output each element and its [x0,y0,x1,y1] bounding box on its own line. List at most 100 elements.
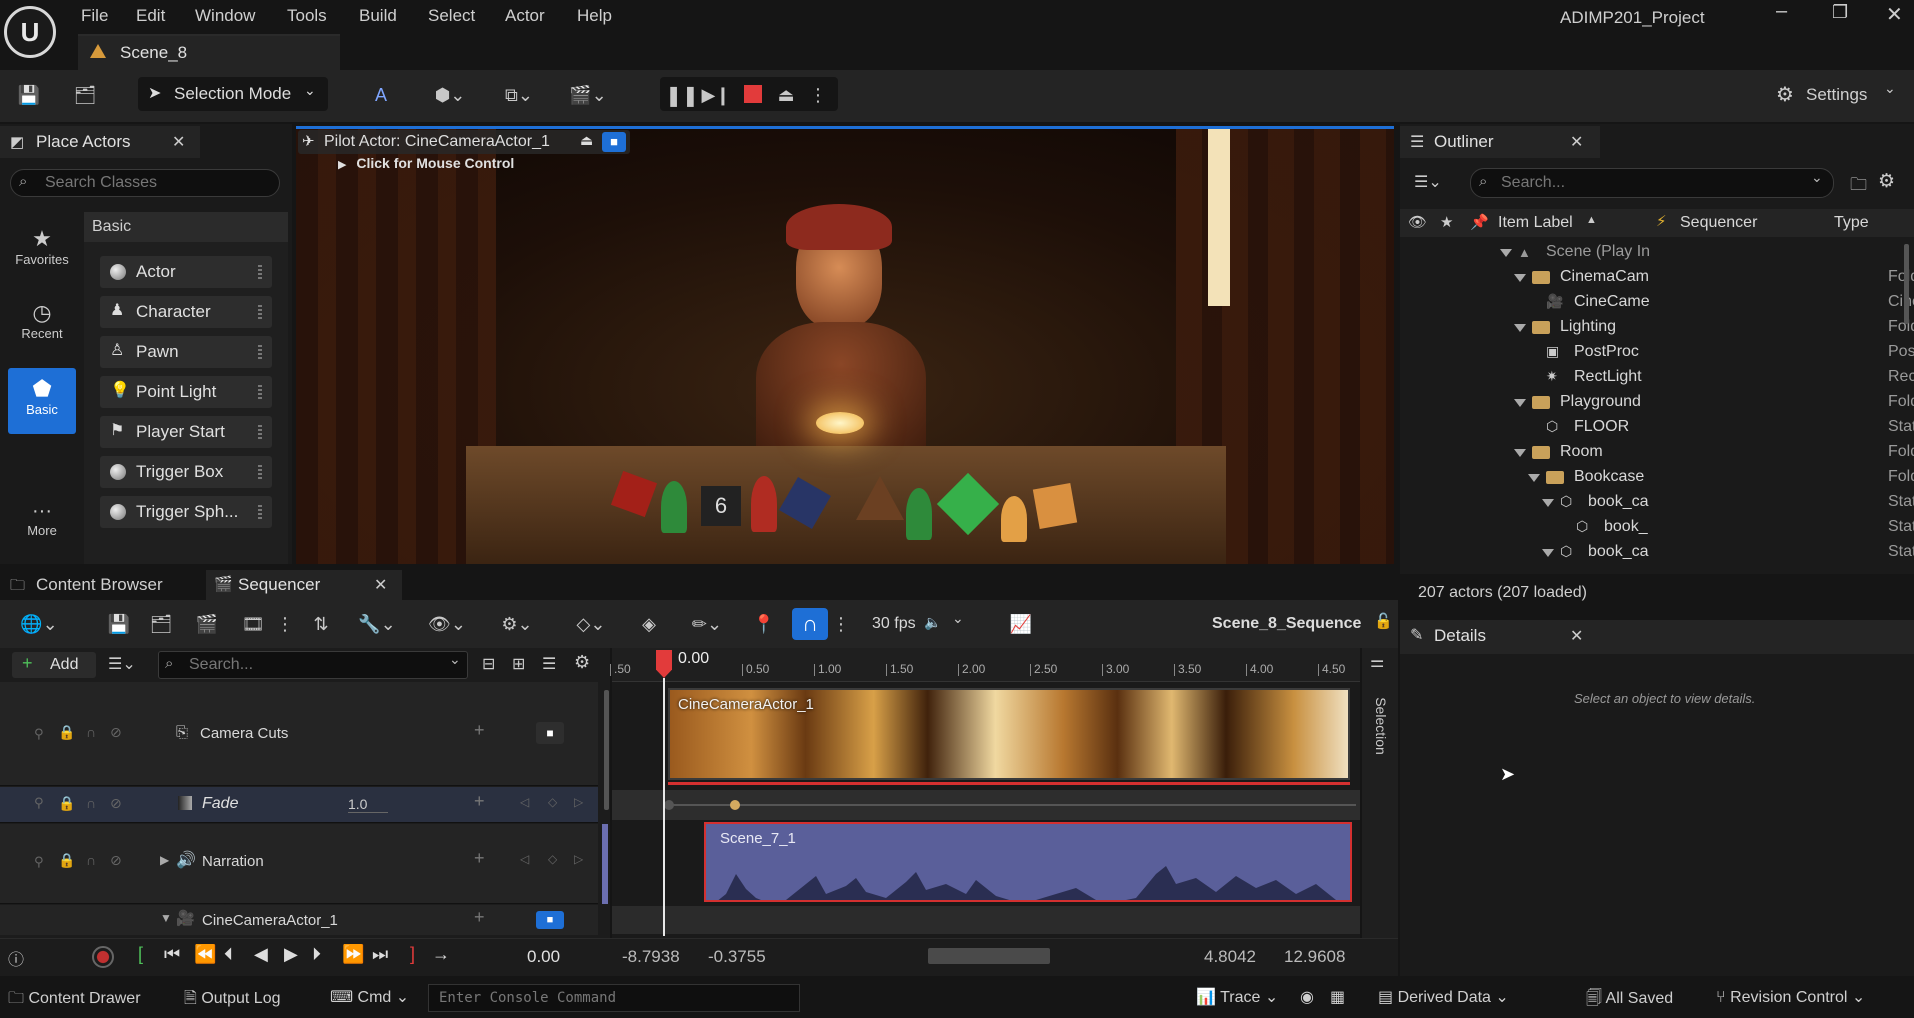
expand-icon[interactable] [1500,249,1512,257]
snap-options-icon[interactable]: ⋮ [832,607,850,641]
fps-dropdown[interactable]: 30 fps 🔈 ⌄ [868,610,968,638]
eject-icon[interactable]: ⏏ [774,80,798,110]
tree-row[interactable]: ✷ RectLight RectLig [1400,365,1914,390]
render-movie-icon[interactable]: 🎬 [194,607,220,641]
settings-button[interactable]: ⚙ Settings ⌄ [1776,80,1906,110]
tree-row[interactable]: ⬡ book_ StaticN [1400,515,1914,540]
play-icon[interactable]: ▶ [284,944,298,965]
menu-build[interactable]: Build [359,6,397,26]
tab-sequencer[interactable]: 🎬 Sequencer ✕ [206,570,402,600]
snap-magnet-button[interactable]: ∩ [792,608,828,640]
lock-icon[interactable]: 🔓 [1374,612,1393,630]
gear-icon[interactable]: ⚙ [574,652,590,673]
fade-value[interactable]: 1.0 [348,796,388,813]
solo-icon[interactable]: ∩ [86,852,96,868]
stop-icon[interactable] [744,85,762,103]
tab-content-browser[interactable]: 🗀 Content Browser [0,570,200,600]
pin-icon[interactable]: ⚲ [34,726,44,742]
side-tab-basic[interactable]: ⬟ Basic [8,368,76,434]
more-options-icon[interactable]: ⋮ [809,80,827,110]
drag-handle-icon[interactable] [258,265,262,279]
insights-icon[interactable]: ◉ [1300,987,1314,1007]
console-input[interactable]: Enter Console Command [428,984,800,1012]
reverse-icon[interactable]: ◀ [254,944,268,965]
expand-all-icon[interactable]: ⊞ [512,654,525,674]
expand-icon[interactable] [1514,324,1526,332]
working-range-start[interactable]: -0.3755 [708,947,766,967]
gear-icon[interactable]: ⚙ [1878,170,1895,193]
expand-icon[interactable] [1528,474,1540,482]
side-tab-recent[interactable]: ◷ Recent [8,300,76,358]
add-keyframe-icon[interactable]: ◇ [548,852,557,866]
lock-icon[interactable]: 🔒 [58,852,75,869]
step-icon[interactable]: ▶❙ [702,80,731,110]
track-row-narration[interactable]: ⚲ 🔒 ∩ ⊘ ▶ 🔊 Narration + ◁ ◇ ▷ [0,824,598,904]
tree-row[interactable]: Bookcase Folder [1400,465,1914,490]
viewport[interactable]: 6 [296,126,1394,564]
camera-cut-clip[interactable]: CineCameraActor_1 [668,688,1350,780]
column-sequencer[interactable]: Sequencer [1680,214,1757,232]
tree-row[interactable]: ⬡ FLOOR StaticN [1400,415,1914,440]
info-icon[interactable]: ⓘ [8,946,24,970]
sliders-icon[interactable]: ⚌ [1370,652,1384,672]
all-saved-button[interactable]: 🗐 All Saved [1586,987,1673,1014]
star-icon[interactable]: ★ [1440,213,1453,231]
restore-icon[interactable]: ❐ [1832,2,1848,23]
selection-mode-dropdown[interactable]: ➤ Selection Mode ⌄ [138,77,328,111]
mute-icon[interactable]: ⊘ [110,795,122,812]
fade-keyframe[interactable] [664,800,674,810]
drag-handle-icon[interactable] [258,305,262,319]
menu-file[interactable]: File [81,6,108,26]
pause-icon[interactable]: ❚❚ [665,80,699,110]
browse-icon[interactable]: 🗂 [70,80,100,110]
marker-icon[interactable]: 📍 [753,607,775,641]
mute-icon[interactable]: ⊘ [110,724,122,741]
clapboard-icon[interactable]: 🎞 [240,607,266,641]
expand-icon[interactable]: ▶ [160,853,169,867]
drag-handle-icon[interactable] [258,425,262,439]
menu-window[interactable]: Window [195,6,255,26]
add-key-icon[interactable]: + [474,791,485,812]
curve-editor-icon[interactable]: 📈 [1006,607,1036,641]
prev-key-icon[interactable]: ⏪ [194,944,216,965]
track-list-scrollbar[interactable] [604,690,609,810]
selection-side-panel[interactable]: ⚌ Selection [1362,648,1398,938]
actor-item-trigger-box[interactable]: Trigger Box [100,456,272,488]
camera-lock-icon[interactable]: ■ [536,722,564,744]
key-icon[interactable]: ◇⌄ [568,607,614,641]
pin-icon[interactable]: ⚲ [34,795,44,811]
actor-item-trigger-sphere[interactable]: Trigger Sph... [100,496,272,528]
outliner-tab[interactable]: ☰ Outliner ✕ [1400,126,1600,158]
close-window-icon[interactable]: ✕ [1886,2,1903,27]
menu-tools[interactable]: Tools [287,6,327,26]
drag-handle-icon[interactable] [258,465,262,479]
menu-select[interactable]: Select [428,6,475,26]
minimize-icon[interactable]: – [1776,0,1787,23]
tree-row[interactable]: Lighting Folder [1400,315,1914,340]
actor-item-actor[interactable]: Actor [100,256,272,288]
solo-icon[interactable]: ∩ [86,724,96,740]
timeline-ruler[interactable] [612,648,1360,682]
actions-icon[interactable]: ⇅ [306,607,336,641]
screenshot-icon[interactable]: ▦ [1330,987,1345,1007]
edit-mode-icon[interactable]: ✏⌄ [684,607,730,641]
column-item-label[interactable]: Item Label [1498,214,1573,232]
drag-handle-icon[interactable] [258,505,262,519]
menu-actor[interactable]: Actor [505,6,545,26]
close-icon[interactable]: ✕ [1570,626,1583,646]
side-tab-favorites[interactable]: ★ Favorites [8,226,76,284]
add-key-icon[interactable]: + [474,848,485,869]
cinematics-icon[interactable]: 🎬⌄ [563,80,613,110]
prev-key-icon[interactable]: ◁ [520,795,529,809]
search-classes-input[interactable]: ⌕ Search Classes [10,169,280,197]
actor-item-point-light[interactable]: 💡 Point Light [100,376,272,408]
current-time[interactable]: 0.00 [527,947,560,967]
save-icon[interactable]: 💾 [14,80,44,110]
tree-row[interactable]: 🎥 CineCame CineCa [1400,290,1914,315]
expand-icon[interactable] [1514,274,1526,282]
tree-row[interactable]: ▣ PostProc PostPr [1400,340,1914,365]
pin-icon[interactable]: 📌 [1470,213,1489,231]
mouse-control-hint[interactable]: ▶ Click for Mouse Control [338,155,514,171]
tab-scene[interactable]: Scene_8 [78,34,340,70]
fade-curve-track[interactable] [612,790,1360,820]
